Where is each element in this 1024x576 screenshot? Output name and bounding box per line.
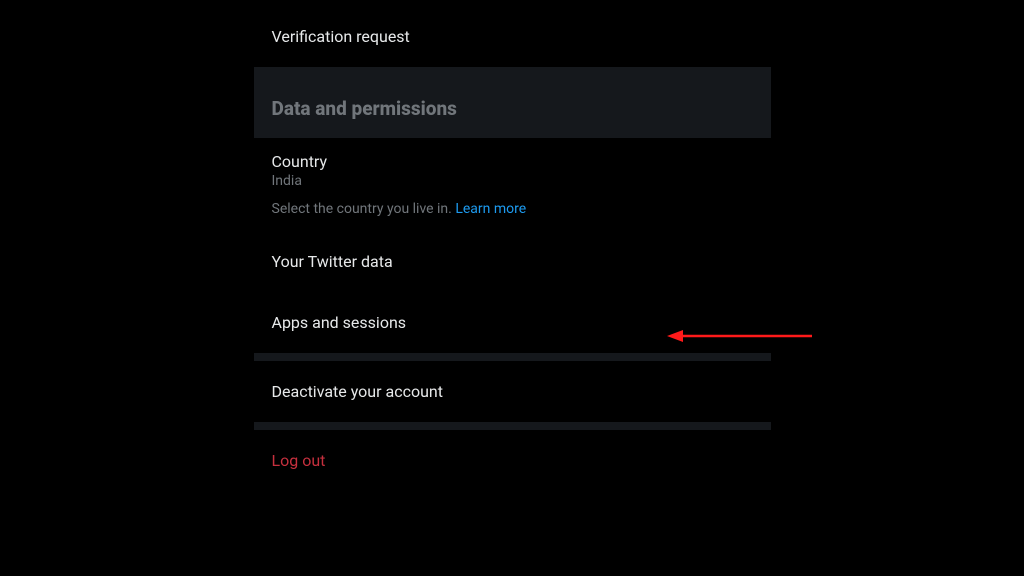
section-header-label: Data and permissions	[272, 97, 457, 120]
country-description-text: Select the country you live in.	[272, 201, 456, 217]
learn-more-link[interactable]: Learn more	[455, 201, 526, 217]
logout-item[interactable]: Log out	[254, 430, 771, 491]
verification-request-item[interactable]: Verification request	[254, 6, 771, 67]
logout-label: Log out	[272, 451, 326, 470]
apps-and-sessions-item[interactable]: Apps and sessions	[254, 292, 771, 353]
country-value: India	[272, 173, 753, 189]
divider	[254, 422, 771, 430]
your-twitter-data-item[interactable]: Your Twitter data	[254, 231, 771, 292]
section-header-data-permissions: Data and permissions	[254, 67, 771, 138]
country-title: Country	[272, 152, 753, 171]
deactivate-account-label: Deactivate your account	[272, 382, 443, 401]
apps-and-sessions-label: Apps and sessions	[272, 313, 407, 332]
your-twitter-data-label: Your Twitter data	[272, 252, 393, 271]
verification-request-label: Verification request	[272, 27, 410, 46]
settings-panel: Verification request Data and permission…	[254, 0, 771, 576]
deactivate-account-item[interactable]: Deactivate your account	[254, 361, 771, 422]
country-description: Select the country you live in. Learn mo…	[272, 201, 753, 217]
divider	[254, 353, 771, 361]
country-item[interactable]: Country India Select the country you liv…	[254, 138, 771, 231]
